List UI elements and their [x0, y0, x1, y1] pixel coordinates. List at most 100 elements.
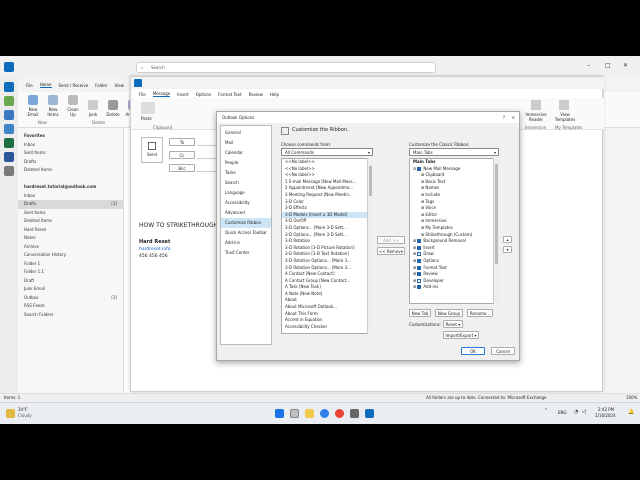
tab-folder[interactable]: Folder	[95, 83, 107, 88]
expand-icon[interactable]: ⊞	[421, 232, 424, 237]
ribbon-tab-item[interactable]: ⊞ Background Removal	[410, 238, 498, 245]
choose-commands-select[interactable]: All Commands ▾	[281, 148, 373, 156]
folder-item[interactable]: Archive	[18, 243, 123, 252]
ribbon-tab-item[interactable]: ⊞Basic Text	[410, 179, 498, 186]
expand-icon[interactable]: ⊞	[413, 251, 416, 256]
options-nav-item[interactable]: Add-ins	[221, 238, 271, 248]
command-item[interactable]: 1 E-mail Message [New Mail Mess...	[282, 179, 372, 186]
compose-tab-message[interactable]: Message	[152, 91, 171, 97]
expand-icon[interactable]: ⊞	[421, 172, 424, 177]
checkbox[interactable]	[417, 166, 422, 171]
options-nav-item[interactable]: Mail	[221, 138, 271, 148]
folder-item[interactable]: Drafts	[18, 158, 123, 167]
options-nav-item[interactable]: Advanced	[221, 208, 271, 218]
command-item[interactable]: A Contact [New Contact]	[282, 271, 372, 278]
command-item[interactable]: 3 Meeting Request [New Meetin...	[282, 192, 372, 199]
tab-file[interactable]: File	[26, 83, 33, 88]
new-email-button[interactable]: New Email	[24, 95, 42, 117]
weather-icon[interactable]	[6, 409, 15, 418]
import-export-button[interactable]: Import/Export ▾	[443, 331, 479, 339]
excel-icon[interactable]	[4, 138, 14, 148]
search-input[interactable]: Search	[136, 62, 436, 73]
folder-item[interactable]	[18, 175, 123, 184]
command-item[interactable]: 2 Appointment [New Appointme...	[282, 185, 372, 192]
options-nav-item[interactable]: Tasks	[221, 168, 271, 178]
compose-tab-review[interactable]: Review	[249, 92, 263, 97]
ribbon-tab-item[interactable]: ⊞Names	[410, 185, 498, 192]
command-item[interactable]: 3-D Rotation [3-D Picture Rotation]	[282, 245, 372, 252]
options-nav-item[interactable]: Language	[221, 188, 271, 198]
send-button[interactable]: Send	[141, 137, 163, 163]
command-item[interactable]: 3-D Rotation	[282, 238, 372, 245]
expand-icon[interactable]: ⊞	[413, 284, 416, 289]
start-icon[interactable]	[275, 409, 284, 418]
folder-item[interactable]: Deleted Items	[18, 166, 123, 175]
ribbon-tabs-tree[interactable]: Main Tabs ⊟ New Mail Message ⊞Clipboard ⊞Ba…	[409, 158, 499, 304]
checkbox[interactable]	[417, 245, 422, 250]
move-up-button[interactable]: ▴	[503, 236, 512, 243]
new-group-button[interactable]: New Group	[435, 309, 463, 317]
command-item[interactable]: 3-D Models [Insert a 3D Model]	[282, 211, 372, 219]
options-nav-item[interactable]: Accessibility	[221, 198, 271, 208]
folder-item[interactable]: Sent Items	[18, 149, 123, 158]
folder-item[interactable]: Deleted Items	[18, 217, 123, 226]
command-item[interactable]: 3-D Effects	[282, 205, 372, 212]
cancel-button[interactable]: Cancel	[491, 347, 515, 355]
compose-tab-file[interactable]: File	[139, 92, 146, 97]
calendar-icon[interactable]	[4, 96, 14, 106]
options-nav-item[interactable]: General	[221, 128, 271, 138]
folder-item[interactable]: Search Folders	[18, 311, 123, 320]
store-icon[interactable]	[350, 409, 359, 418]
minimize-icon[interactable]: –	[587, 62, 590, 69]
command-item[interactable]: A Task [New Task]	[282, 284, 372, 291]
customize-ribbon-select[interactable]: Main Tabs ▾	[409, 148, 499, 156]
checkbox[interactable]	[417, 239, 422, 244]
cc-button[interactable]: Cc	[169, 151, 195, 159]
options-nav-item[interactable]: People	[221, 158, 271, 168]
new-items-button[interactable]: New Items	[44, 95, 62, 117]
expand-icon[interactable]: ⊞	[413, 265, 416, 270]
folder-item[interactable]: Drafts [1]	[18, 200, 123, 209]
volume-icon[interactable]: ◁	[582, 409, 586, 415]
ribbon-tab-item[interactable]: ⊞Editor	[410, 212, 498, 219]
folder-item[interactable]: RSS Feeds	[18, 302, 123, 311]
expand-icon[interactable]: ⊞	[421, 218, 424, 223]
zoom-level[interactable]: 100%	[626, 395, 637, 400]
options-nav-item[interactable]: Quick Access Toolbar	[221, 228, 271, 238]
checkbox[interactable]	[417, 272, 422, 277]
ribbon-tab-item[interactable]: ⊞Tags	[410, 199, 498, 206]
move-down-button[interactable]: ▾	[503, 246, 512, 253]
folder-item[interactable]: Folder 1.1	[18, 268, 123, 277]
commands-scrollbar[interactable]	[367, 158, 373, 334]
ribbon-tab-item[interactable]: ⊞ Draw	[410, 251, 498, 258]
notification-icon[interactable]: 🔔	[628, 409, 634, 415]
expand-icon[interactable]: ⊞	[413, 258, 416, 263]
command-item[interactable]: 3-D On/Off	[282, 218, 372, 225]
wifi-icon[interactable]: ◔	[574, 409, 578, 415]
tasks-icon[interactable]	[4, 124, 14, 134]
ribbon-tab-item[interactable]: ⊟ New Mail Message	[410, 166, 498, 173]
compose-tab-format-text[interactable]: Format Text	[218, 92, 241, 97]
command-item[interactable]: About This Form	[282, 311, 372, 318]
folder-item[interactable]: Inbox	[18, 192, 123, 201]
options-nav-item[interactable]: Calendar	[221, 148, 271, 158]
to-button[interactable]: To	[169, 138, 195, 146]
signature-site[interactable]: hardreset.info	[139, 247, 171, 252]
folder-item[interactable]: hardreset.tutorial@outlook.com	[18, 183, 123, 192]
tab-view[interactable]: View	[115, 83, 125, 88]
expand-icon[interactable]: ⊞	[421, 225, 424, 230]
paste-button-label[interactable]: Paste	[141, 116, 152, 121]
command-item[interactable]: About	[282, 297, 372, 304]
folder-item[interactable]: Outbox [1]	[18, 294, 123, 303]
language-indicator[interactable]: ENG	[558, 410, 567, 415]
folder-item[interactable]: Notes	[18, 234, 123, 243]
bcc-button[interactable]: Bcc	[169, 164, 195, 172]
checkbox[interactable]	[417, 258, 422, 263]
rename-button[interactable]: Rename...	[467, 309, 493, 317]
commands-list[interactable]: <<No label>> <<No label>> <<No label>> 1 E-…	[281, 158, 373, 334]
expand-icon[interactable]: ⊞	[413, 271, 416, 276]
ribbon-tab-item[interactable]: ⊞ Developer	[410, 278, 498, 285]
command-item[interactable]: 3-D Options... [More 3-D Sett...	[282, 232, 372, 239]
compose-tab-insert[interactable]: Insert	[177, 92, 188, 97]
view-templates-button[interactable]: View Templates	[553, 112, 577, 122]
